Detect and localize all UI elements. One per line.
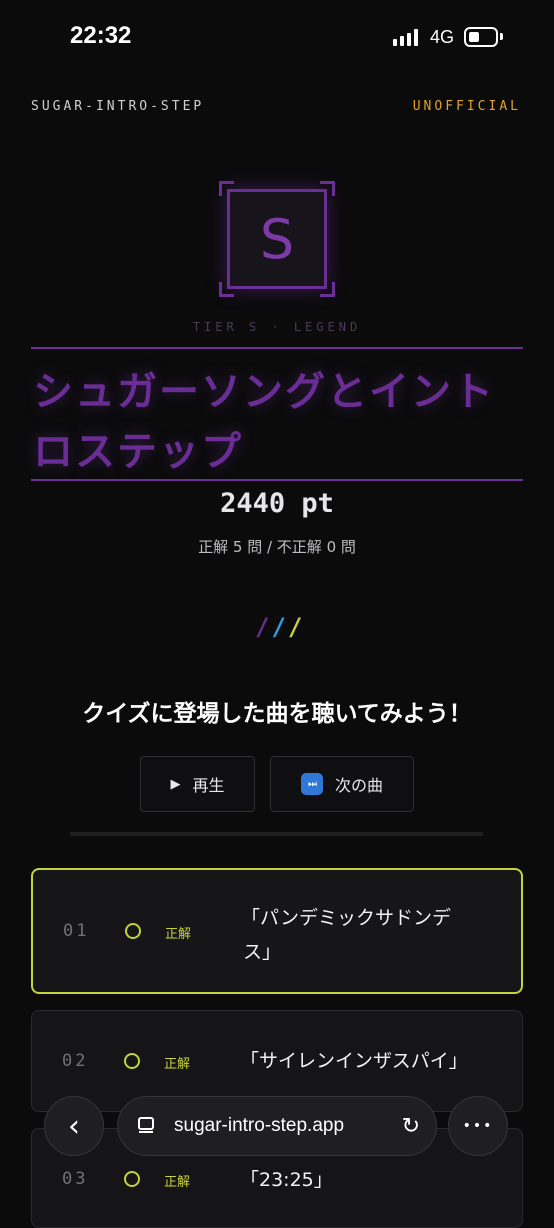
- listen-prompt: クイズに登場した曲を聴いてみよう！: [82, 701, 472, 727]
- track-number: 01: [63, 921, 90, 941]
- song-title-line: シュガーソングとイント: [33, 369, 495, 415]
- play-label: 再生: [192, 776, 225, 795]
- track-result: 正解: [164, 1175, 191, 1190]
- correct-circle-icon: [124, 1171, 140, 1187]
- back-icon: ‹: [68, 1108, 80, 1144]
- play-button[interactable]: ▶ 再生: [140, 756, 255, 812]
- next-track-label: 次の曲: [334, 776, 383, 795]
- correct-circle-icon: [124, 1053, 140, 1069]
- battery-icon: [464, 27, 498, 47]
- track-result: 正解: [164, 1057, 191, 1072]
- answer-stats: 正解 5 問 / 不正解 0 問: [198, 538, 356, 556]
- tier-emblem: S: [219, 181, 335, 297]
- brand-label: SUGAR-INTRO-STEP: [31, 99, 205, 114]
- more-options-button[interactable]: •••: [448, 1096, 508, 1156]
- track-title: 「サイレンインザスパイ」: [240, 1050, 468, 1072]
- slash-purple: /: [255, 613, 272, 641]
- battery-tip: [500, 33, 503, 40]
- reload-icon[interactable]: ↻: [402, 1114, 420, 1139]
- slash-blue: /: [271, 613, 288, 641]
- score: 2440 pt: [220, 488, 334, 519]
- url-bar[interactable]: sugar-intro-step.app ↻: [117, 1096, 437, 1156]
- url-text: sugar-intro-step.app: [174, 1115, 345, 1136]
- more-icon: •••: [462, 1118, 494, 1134]
- signal-icon: [393, 28, 418, 46]
- track-result: 正解: [165, 927, 192, 942]
- track-title: 「パンデミックサドンデ ス」: [241, 901, 481, 969]
- track-title-line: 「パンデミックサドンデ: [241, 907, 451, 929]
- track-number: 02: [62, 1051, 89, 1071]
- correct-circle-icon: [125, 923, 141, 939]
- next-track-icon: ⏭: [300, 773, 323, 795]
- track-title: 「23:25」: [240, 1169, 333, 1191]
- unofficial-badge: UNOFFICIAL: [412, 99, 521, 114]
- tier-label: TIER S · LEGEND: [192, 320, 362, 334]
- tier-letter: S: [227, 189, 327, 289]
- network-label: 4G: [430, 27, 455, 47]
- status-time: 22:32: [70, 22, 132, 49]
- section-divider: [70, 832, 483, 836]
- next-track-button[interactable]: ⏭ 次の曲: [270, 756, 414, 812]
- song-title-line: ロステップ: [33, 429, 243, 475]
- page-menu-icon[interactable]: [136, 1116, 156, 1136]
- title-rule-bottom: [31, 479, 523, 481]
- track-row[interactable]: 01 正解 「パンデミックサドンデ ス」: [31, 868, 523, 994]
- play-icon: ▶: [170, 776, 181, 792]
- slash-yellow: /: [287, 613, 305, 641]
- title-rule-top: [31, 347, 523, 349]
- track-number: 03: [62, 1169, 89, 1189]
- song-title: シュガーソングとイント ロステップ: [33, 362, 523, 482]
- back-button[interactable]: ‹: [44, 1096, 104, 1156]
- slash-divider: ///: [255, 613, 304, 641]
- track-title-line: ス」: [243, 941, 282, 963]
